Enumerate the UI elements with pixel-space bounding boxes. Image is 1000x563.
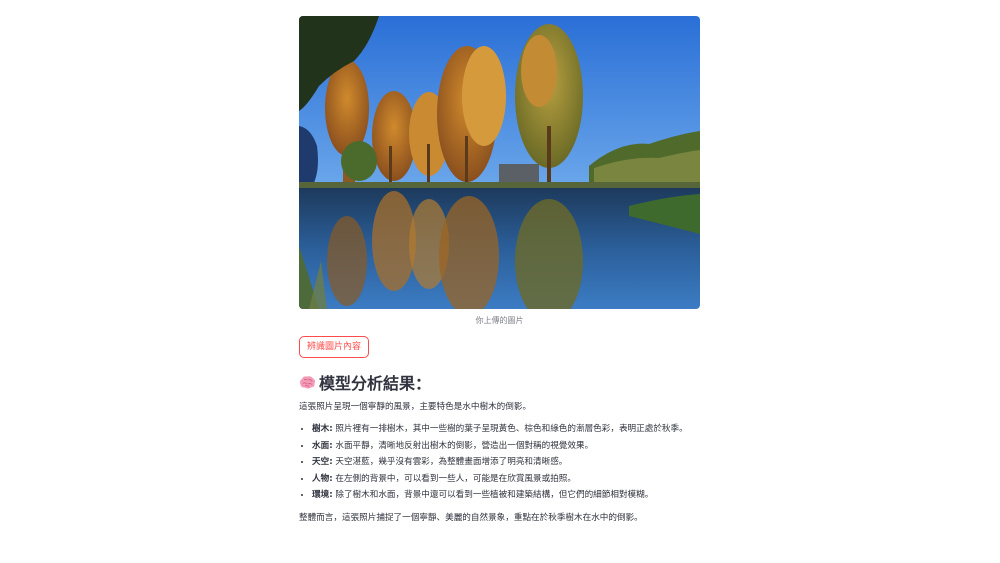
result-heading-text: 模型分析結果： bbox=[319, 374, 432, 393]
result-summary: 整體而言，這張照片捕捉了一個寧靜、美麗的自然景象，重點在於秋季樹木在水中的倒影。 bbox=[299, 512, 643, 523]
findings-list: 樹木: 照片裡有一排樹木，其中一些樹的葉子呈現黃色、棕色和綠色的漸層色彩，表明正… bbox=[299, 423, 700, 503]
brain-icon bbox=[299, 375, 316, 390]
finding-text: 照片裡有一排樹木，其中一些樹的葉子呈現黃色、棕色和綠色的漸層色彩，表明正處於秋季… bbox=[332, 424, 688, 434]
finding-text: 除了樹木和水面，背景中還可以看到一些植被和建築結構，但它們的細節相對模糊。 bbox=[332, 490, 654, 501]
finding-term: 人物: bbox=[312, 473, 333, 484]
result-intro: 這張照片呈現一個寧靜的風景，主要特色是水中樹木的倒影。 bbox=[299, 402, 532, 412]
finding-text: 在左側的背景中，可以看到一些人，可能是在欣賞風景或拍照。 bbox=[332, 473, 576, 484]
uploaded-photo bbox=[299, 16, 700, 309]
finding-term: 環境: bbox=[312, 490, 333, 501]
finding-term: 天空: bbox=[312, 457, 333, 468]
app-page: 你上傳的圖片 辨識圖片內容 模型分析結果： 這張照片呈現一個寧靜的風景，主要特色… bbox=[0, 0, 1000, 563]
list-item: 天空: 天空湛藍，幾乎沒有雲彩，為整體畫面增添了明亮和清晰感。 bbox=[312, 456, 700, 469]
list-item: 樹木: 照片裡有一排樹木，其中一些樹的葉子呈現黃色、棕色和綠色的漸層色彩，表明正… bbox=[312, 423, 700, 436]
photo-caption: 你上傳的圖片 bbox=[475, 316, 524, 325]
main-column: 你上傳的圖片 辨識圖片內容 模型分析結果： 這張照片呈現一個寧靜的風景，主要特色… bbox=[299, 16, 700, 525]
result-heading: 模型分析結果： bbox=[299, 371, 700, 393]
list-item: 水面: 水面平靜，清晰地反射出樹木的倒影，營造出一個對稱的視覺效果。 bbox=[312, 440, 700, 453]
finding-term: 水面: bbox=[312, 440, 333, 451]
list-item: 環境: 除了樹木和水面，背景中還可以看到一些植被和建築結構，但它們的細節相對模糊… bbox=[312, 489, 700, 502]
finding-text: 天空湛藍，幾乎沒有雲彩，為整體畫面增添了明亮和清晰感。 bbox=[332, 457, 568, 468]
analyze-image-button[interactable]: 辨識圖片內容 bbox=[299, 336, 370, 358]
list-item: 人物: 在左側的背景中，可以看到一些人，可能是在欣賞風景或拍照。 bbox=[312, 473, 700, 486]
finding-term: 樹木: bbox=[312, 424, 333, 434]
finding-text: 水面平靜，清晰地反射出樹木的倒影，營造出一個對稱的視覺效果。 bbox=[332, 440, 594, 451]
